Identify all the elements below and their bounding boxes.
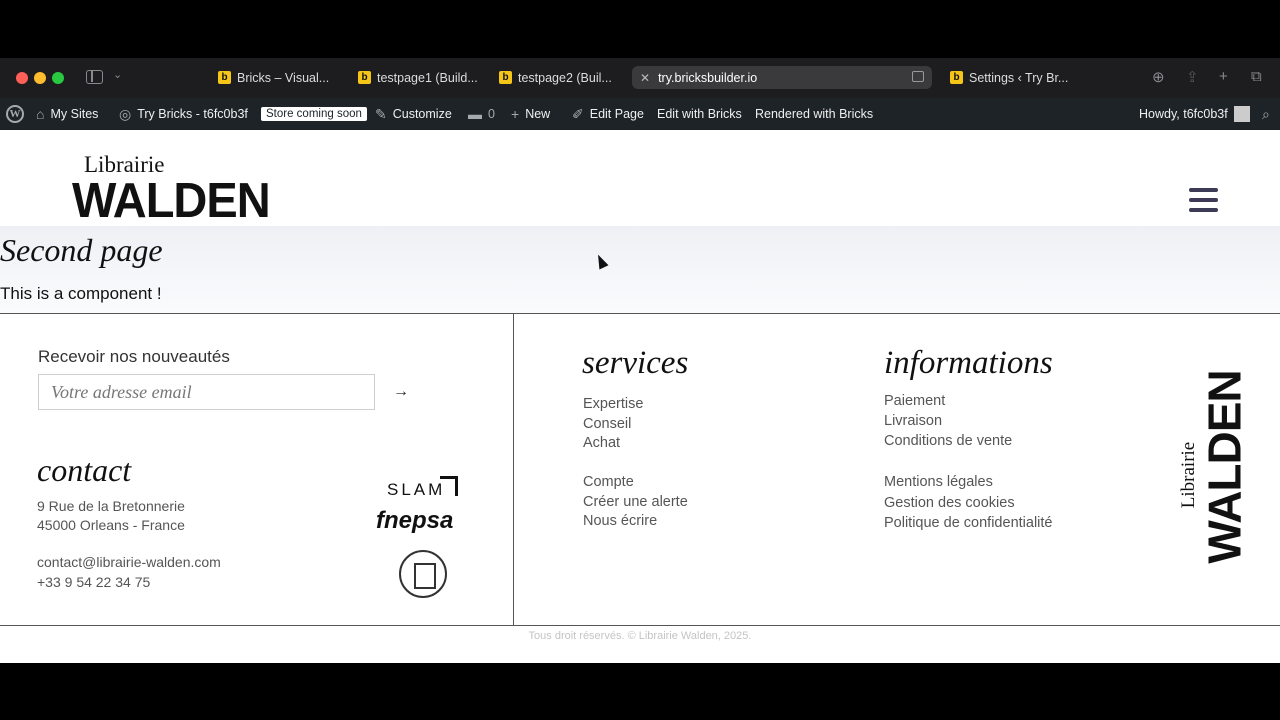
newsletter-email-input[interactable]	[38, 374, 375, 410]
logo-main-text: WALDEN	[72, 171, 271, 228]
search-button[interactable]: ⌕	[1262, 98, 1270, 130]
site-name-menu[interactable]: ◎ Try Bricks - t6fc0b3f	[119, 98, 248, 130]
footer-link-nous-ecrire[interactable]: Nous écrire	[583, 513, 657, 529]
footer-link-achat[interactable]: Achat	[583, 435, 620, 451]
contact-email-link[interactable]: contact@librairie-walden.com	[37, 554, 221, 570]
dashboard-icon: ◎	[119, 105, 132, 122]
informations-heading: informations	[884, 345, 1053, 381]
comments-count: 0	[488, 107, 495, 121]
new-content-menu[interactable]: + New	[511, 98, 550, 130]
store-status-badge[interactable]: Store coming soon	[261, 98, 367, 130]
customize-label: Customize	[392, 107, 452, 121]
rendered-with-bricks-link[interactable]: Rendered with Bricks	[755, 98, 873, 130]
tab-settings[interactable]: b Settings ‹ Try Br...	[942, 66, 1077, 89]
footer-vertical-logo: WALDEN Librairie	[1178, 360, 1272, 570]
sidebar-toggle-icon[interactable]	[86, 70, 103, 84]
newsletter-submit-button[interactable]: →	[393, 383, 409, 401]
bricks-favicon-icon: b	[499, 71, 512, 84]
copyright-text: Tous droit réservés. © Librairie Walden,…	[528, 630, 752, 642]
home-icon: ⌂	[36, 106, 45, 122]
footer-bottom-divider	[0, 625, 1280, 626]
footer-divider	[0, 313, 1280, 314]
plus-icon: +	[511, 106, 520, 122]
menu-hamburger-icon[interactable]	[1189, 188, 1218, 218]
zoom-window-button[interactable]	[52, 72, 64, 84]
site-name-label: Try Bricks - t6fc0b3f	[137, 107, 248, 121]
fnepsa-logo: fnepsa	[376, 507, 454, 534]
my-sites-menu[interactable]: ⌂ My Sites	[36, 98, 98, 130]
wordpress-logo-button[interactable]: W	[6, 98, 24, 130]
tab-bricks-visual[interactable]: b Bricks – Visual...	[210, 66, 340, 89]
screen-bottom-bar	[0, 663, 1280, 720]
tab-testpage2[interactable]: b testpage2 (Buil...	[491, 66, 621, 89]
footer-column-divider	[513, 313, 514, 625]
slam-flag-icon	[440, 476, 458, 496]
address-line-1: 9 Rue de la Bretonnerie	[37, 498, 185, 514]
comments-link[interactable]: ▬ 0	[468, 98, 495, 130]
ilab-seal-logo	[399, 550, 447, 598]
search-icon: ⌕	[1262, 105, 1270, 122]
account-menu[interactable]: Howdy, t6fc0b3f	[1139, 98, 1250, 130]
vertical-logo-main: WALDEN	[1198, 370, 1251, 564]
tab-overview-icon[interactable]: ⧉	[1251, 68, 1262, 85]
web-page: Librairie WALDEN Second page This is a c…	[0, 130, 1280, 663]
site-header: Librairie WALDEN	[0, 130, 1280, 226]
footer-link-cookies[interactable]: Gestion des cookies	[884, 495, 1015, 511]
vertical-logo-top: Librairie	[1178, 441, 1200, 509]
services-heading: services	[582, 345, 689, 381]
close-window-button[interactable]	[16, 72, 28, 84]
reader-icon[interactable]	[912, 71, 924, 82]
edit-with-bricks-label: Edit with Bricks	[657, 107, 742, 121]
footer-link-conseil[interactable]: Conseil	[583, 416, 631, 432]
howdy-label: Howdy, t6fc0b3f	[1139, 107, 1228, 121]
chevron-down-icon[interactable]: ⌄	[113, 68, 122, 81]
page-title: Second page	[0, 232, 163, 268]
tab-try-bricksbuilder[interactable]: ✕ try.bricksbuilder.io	[632, 66, 932, 89]
edit-page-label: Edit Page	[589, 107, 644, 121]
page-content: Second page This is a component !	[0, 226, 1280, 313]
bricks-favicon-icon: b	[358, 71, 371, 84]
store-badge-label: Store coming soon	[261, 107, 367, 121]
component-text: This is a component !	[0, 284, 162, 303]
tab-testpage1[interactable]: b testpage1 (Build...	[350, 66, 480, 89]
brush-icon: ✎	[375, 105, 387, 122]
tab-label: Bricks – Visual...	[237, 70, 330, 85]
rendered-with-bricks-label: Rendered with Bricks	[755, 107, 874, 121]
share-icon[interactable]: ⇪	[1186, 68, 1199, 86]
footer-link-confidentialite[interactable]: Politique de confidentialité	[884, 515, 1052, 531]
download-icon[interactable]: ⊕	[1152, 68, 1165, 86]
avatar	[1233, 106, 1250, 122]
tab-label: try.bricksbuilder.io	[658, 70, 758, 85]
footer-link-conditions[interactable]: Conditions de vente	[884, 433, 1012, 449]
new-tab-icon[interactable]: +	[1219, 68, 1228, 85]
footer-link-creer-alerte[interactable]: Créer une alerte	[583, 494, 688, 510]
screen-top-bar	[0, 0, 1280, 58]
tab-label: testpage1 (Build...	[377, 70, 478, 85]
new-label: New	[525, 107, 551, 121]
newsletter-label: Recevoir nos nouveautés	[38, 347, 230, 366]
footer-link-compte[interactable]: Compte	[583, 474, 634, 490]
wp-admin-bar: W ⌂ My Sites ◎ Try Bricks - t6fc0b3f Sto…	[0, 98, 1280, 130]
contact-phone-link[interactable]: +33 9 54 22 34 75	[37, 574, 150, 590]
contact-heading: contact	[37, 452, 132, 488]
bricks-favicon-icon: b	[950, 71, 963, 84]
wordpress-icon: W	[6, 105, 24, 123]
footer-link-livraison[interactable]: Livraison	[884, 413, 942, 429]
footer-link-expertise[interactable]: Expertise	[583, 396, 643, 412]
footer-link-paiement[interactable]: Paiement	[884, 393, 945, 409]
edit-page-link[interactable]: ✐ Edit Page	[572, 98, 644, 130]
tab-label: Settings ‹ Try Br...	[969, 70, 1069, 85]
my-sites-label: My Sites	[50, 107, 99, 121]
tab-label: testpage2 (Buil...	[518, 70, 612, 85]
close-tab-icon[interactable]: ✕	[640, 71, 650, 85]
customize-link[interactable]: ✎ Customize	[375, 98, 452, 130]
minimize-window-button[interactable]	[34, 72, 46, 84]
footer-link-mentions[interactable]: Mentions légales	[884, 474, 993, 490]
edit-with-bricks-link[interactable]: Edit with Bricks	[657, 98, 742, 130]
comment-icon: ▬	[468, 106, 482, 122]
bricks-favicon-icon: b	[218, 71, 231, 84]
address-line-2: 45000 Orleans - France	[37, 517, 185, 533]
pencil-icon: ✐	[572, 105, 584, 122]
slam-logo: SLAM	[387, 480, 446, 499]
